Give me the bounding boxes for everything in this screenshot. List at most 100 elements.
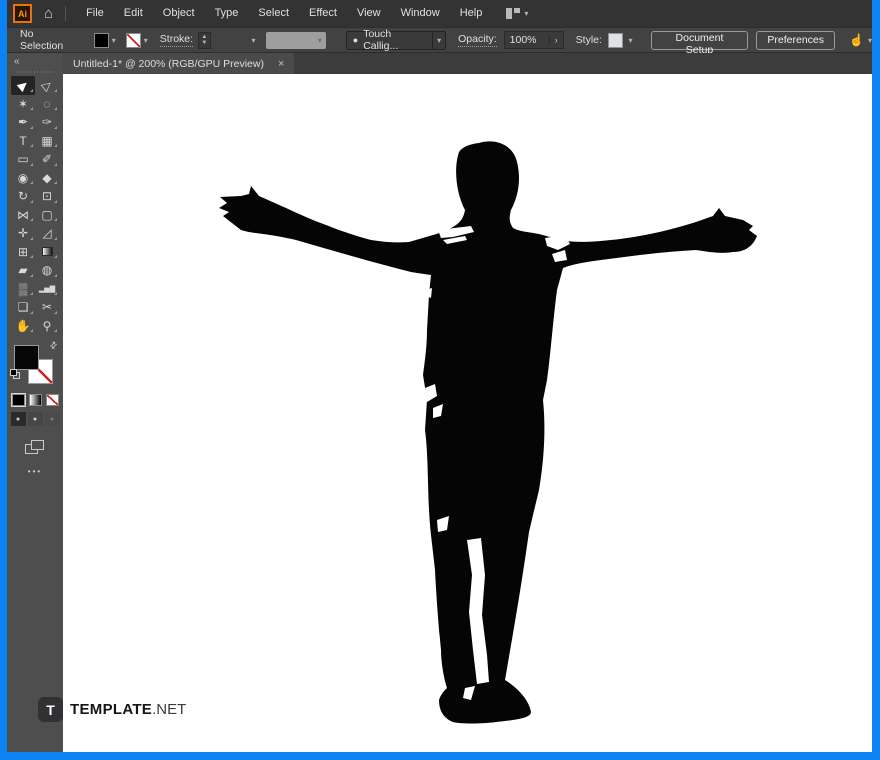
magic-wand-tool[interactable]: ✶	[11, 95, 35, 114]
default-fill-stroke-icon[interactable]	[10, 369, 20, 379]
hand-tool[interactable]: ✋	[11, 317, 35, 336]
paintbrush-tool[interactable]: ✐	[35, 150, 59, 169]
opacity-value[interactable]: 100%	[505, 34, 549, 46]
brush-definition-dropdown[interactable]: ● Touch Callig... ▾	[346, 31, 446, 50]
document-tab-bar: Untitled-1* @ 200% (RGB/GPU Preview) ×	[63, 53, 872, 74]
draw-behind-button[interactable]: ●	[28, 412, 43, 426]
width-tool[interactable]: ⋈	[11, 206, 35, 225]
chevron-down-icon: ▾	[112, 36, 116, 45]
stroke-color-dropdown[interactable]: ▾	[126, 33, 148, 48]
toolbar-panel: « ▶▷✶◌✒✑T▦▭✐◉◆↻⊡⋈▢✛◿⊞▰◍▒▂▅▇❏✂✋⚲ ⇄ ● ● ● …	[7, 53, 63, 752]
watermark-suffix: .NET	[152, 701, 186, 718]
menu-bar: Ai ⌂ FileEditObjectTypeSelectEffectViewW…	[7, 0, 872, 27]
swap-fill-stroke-icon[interactable]: ⇄	[48, 339, 61, 352]
stroke-label[interactable]: Stroke:	[160, 33, 193, 47]
column-graph-tool[interactable]: ▂▅▇	[35, 280, 59, 299]
chevron-down-icon: ▾	[144, 36, 148, 45]
menu-items: FileEditObjectTypeSelectEffectViewWindow…	[76, 0, 492, 27]
home-icon[interactable]: ⌂	[44, 5, 53, 22]
control-bar: No Selection ▾ ▾ Stroke: ▲ ▼ ▾ ▾ ● Touch…	[7, 27, 872, 53]
gradient-tool[interactable]	[35, 243, 59, 262]
type-tool[interactable]: T	[11, 132, 35, 151]
chevron-right-icon[interactable]: ›	[549, 35, 563, 45]
drawing-modes: ● ● ●	[7, 412, 63, 426]
fill-swatch[interactable]	[14, 345, 39, 370]
menu-item-file[interactable]: File	[76, 0, 114, 27]
perspective-grid-tool[interactable]: ◿	[35, 224, 59, 243]
workspace-switcher[interactable]: ▾	[506, 8, 528, 19]
curvature-tool[interactable]: ✑	[35, 113, 59, 132]
direct-selection-tool[interactable]: ▷	[35, 76, 59, 95]
color-mode-row	[7, 394, 63, 406]
none-button[interactable]	[46, 394, 59, 406]
chevron-down-icon[interactable]: ▾	[629, 36, 633, 45]
brush-definition-value: Touch Callig...	[363, 28, 426, 52]
eraser-tool[interactable]: ◆	[35, 169, 59, 188]
menu-item-select[interactable]: Select	[248, 0, 299, 27]
menu-item-object[interactable]: Object	[153, 0, 205, 27]
graphic-style-swatch[interactable]	[608, 33, 623, 48]
eyedropper-tool[interactable]: ▰	[11, 261, 35, 280]
puppet-warp-tool[interactable]: ✛	[11, 224, 35, 243]
scale-tool[interactable]: ⊡	[35, 187, 59, 206]
chevron-down-icon: ▾	[868, 36, 872, 45]
edit-toolbar-ellipsis[interactable]: •••	[7, 467, 63, 476]
touch-workspace-toggle[interactable]: ☝ ▾	[849, 33, 872, 47]
menu-item-view[interactable]: View	[347, 0, 391, 27]
symbol-sprayer-tool[interactable]: ▒	[11, 280, 35, 299]
brush-preview-dot: ●	[353, 35, 358, 45]
mesh-tool[interactable]: ⊞	[11, 243, 35, 262]
menu-item-effect[interactable]: Effect	[299, 0, 347, 27]
stroke-color-swatch-none[interactable]	[126, 33, 141, 48]
shape-builder-tool[interactable]: ◉	[11, 169, 35, 188]
preferences-button[interactable]: Preferences	[756, 31, 835, 50]
fill-color-dropdown[interactable]: ▾	[94, 33, 116, 48]
watermark: T TEMPLATE.NET	[38, 697, 186, 722]
draw-inside-button[interactable]: ●	[45, 412, 60, 426]
watermark-brand: TEMPLATE	[70, 701, 152, 718]
slice-tool[interactable]: ✂	[35, 298, 59, 317]
variable-width-profile-dropdown[interactable]: ▾	[266, 32, 326, 49]
template-net-logo: T	[38, 697, 63, 722]
fill-color-swatch[interactable]	[94, 33, 109, 48]
illustrator-app-icon[interactable]: Ai	[13, 4, 32, 23]
artboard-tool[interactable]: ❏	[11, 298, 35, 317]
document-tab-title: Untitled-1* @ 200% (RGB/GPU Preview)	[73, 58, 264, 70]
free-transform-tool[interactable]: ▢	[35, 206, 59, 225]
document-tab[interactable]: Untitled-1* @ 200% (RGB/GPU Preview) ×	[63, 53, 294, 74]
rotate-tool[interactable]: ↻	[11, 187, 35, 206]
stepper-down-icon[interactable]: ▼	[201, 40, 207, 46]
blend-tool[interactable]: ◍	[35, 261, 59, 280]
selection-tool[interactable]: ▶	[11, 76, 35, 95]
opacity-label[interactable]: Opacity:	[458, 33, 497, 47]
chevron-down-icon: ▾	[318, 36, 322, 45]
chevron-down-icon[interactable]: ▾	[252, 36, 256, 45]
menu-item-window[interactable]: Window	[391, 0, 450, 27]
zoom-tool[interactable]: ⚲	[35, 317, 59, 336]
gradient-button[interactable]	[29, 394, 42, 406]
chevron-down-icon: ▾	[524, 9, 528, 18]
collapse-panel-icon[interactable]: «	[7, 53, 63, 67]
stroke-weight-stepper[interactable]: ▲ ▼	[198, 32, 211, 49]
artboard-canvas[interactable]	[63, 74, 872, 752]
panel-drag-handle[interactable]	[16, 71, 54, 73]
selection-status: No Selection	[20, 28, 78, 52]
stroke-weight-value[interactable]	[213, 32, 252, 49]
document-setup-button[interactable]: Document Setup	[651, 31, 749, 50]
menu-separator	[65, 6, 66, 21]
lasso-tool[interactable]: ◌	[35, 95, 59, 114]
rectangular-grid-tool[interactable]: ▦	[35, 132, 59, 151]
menu-item-type[interactable]: Type	[205, 0, 249, 27]
rectangle-tool[interactable]: ▭	[11, 150, 35, 169]
draw-normal-button[interactable]: ●	[11, 412, 26, 426]
color-button[interactable]	[12, 394, 25, 406]
menu-item-edit[interactable]: Edit	[114, 0, 153, 27]
pen-tool[interactable]: ✒	[11, 113, 35, 132]
close-icon[interactable]: ×	[278, 58, 284, 70]
tools-grid: ▶▷✶◌✒✑T▦▭✐◉◆↻⊡⋈▢✛◿⊞▰◍▒▂▅▇❏✂✋⚲	[7, 76, 63, 335]
menu-item-help[interactable]: Help	[450, 0, 493, 27]
touch-workspace-icon: ☝	[849, 33, 864, 47]
change-screen-mode-icon[interactable]	[25, 440, 45, 455]
style-label: Style:	[576, 34, 602, 46]
opacity-field[interactable]: 100% ›	[504, 31, 564, 49]
